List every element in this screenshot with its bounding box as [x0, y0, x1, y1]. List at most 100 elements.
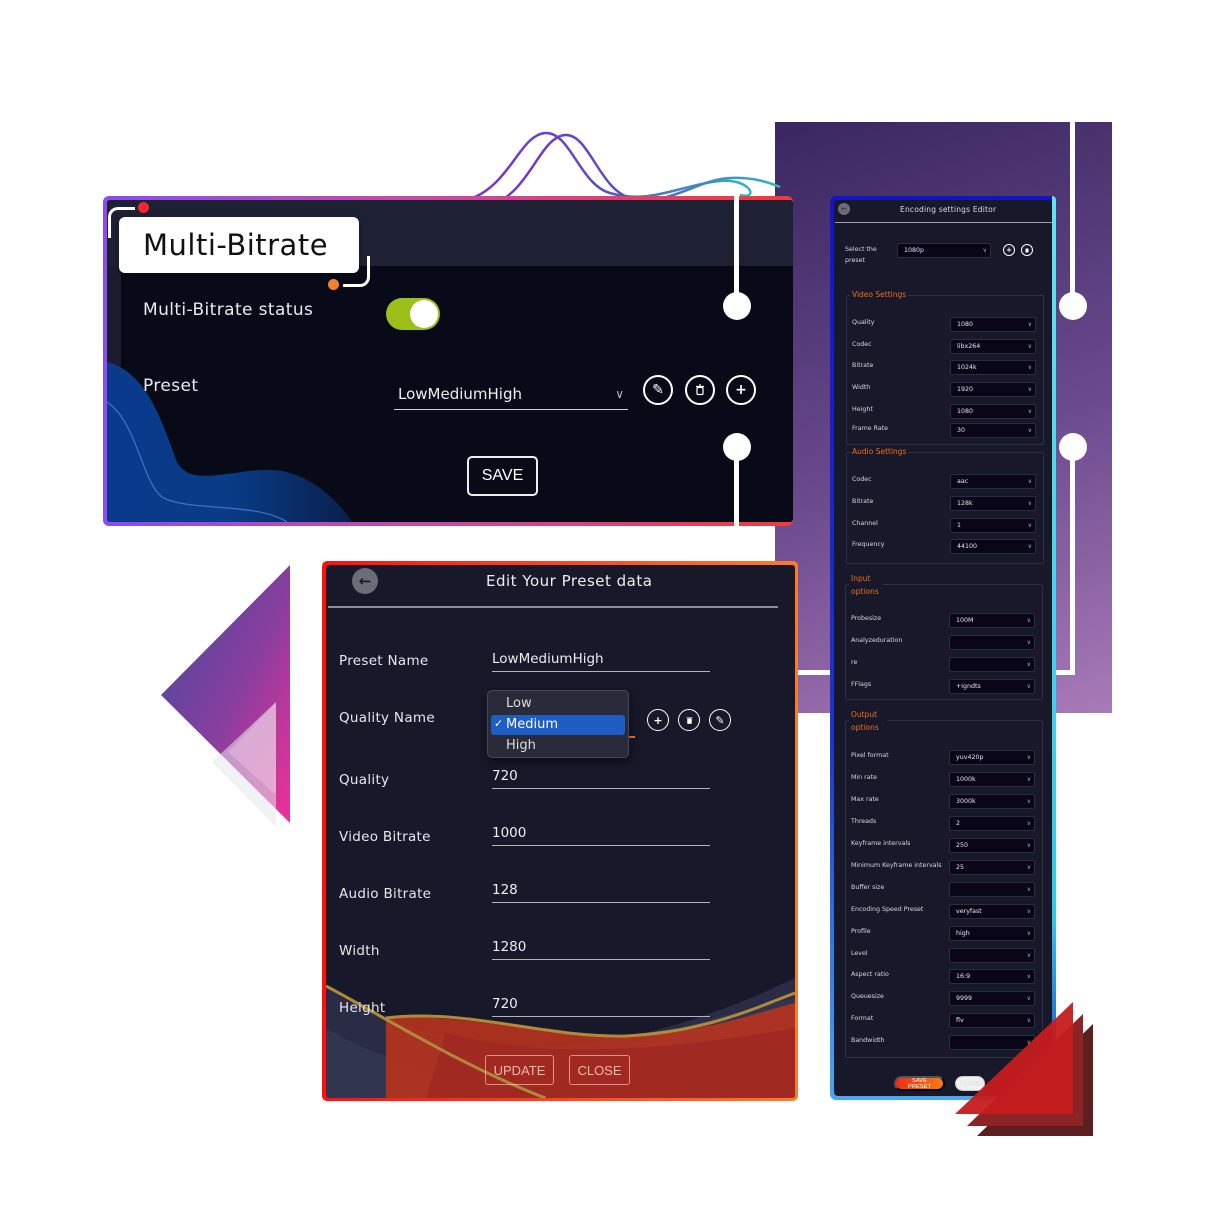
output-options-title: Output options: [849, 708, 887, 734]
close-button[interactable]: CLOSE: [569, 1055, 630, 1085]
video-bitrate-label: Video Bitrate: [339, 829, 431, 845]
threads-select[interactable]: 2 ∨: [949, 816, 1035, 831]
width-label: Width: [339, 943, 380, 959]
trash-icon: [1025, 248, 1029, 253]
encoding-speed-preset-label: Encoding Speed Preset: [851, 906, 924, 913]
audio-codec-select[interactable]: aac ∨: [950, 474, 1036, 489]
select-value: 1: [957, 522, 962, 529]
save-button[interactable]: SAVE: [467, 456, 538, 496]
edit-preset-title: Edit Your Preset data: [486, 572, 653, 590]
height-input[interactable]: 720: [492, 995, 710, 1017]
audio-bitrate-select[interactable]: 128k ∨: [950, 496, 1036, 511]
select-value: 1920: [957, 386, 974, 393]
re-label: re: [851, 659, 858, 666]
probesize-select[interactable]: 100M ∨: [949, 613, 1035, 628]
profile-select[interactable]: high ∨: [949, 926, 1035, 941]
check-icon: ✓: [494, 717, 504, 730]
arrow-left-icon: ←: [841, 205, 847, 213]
back-button[interactable]: ←: [838, 203, 850, 215]
decorative-dot-orange: [328, 279, 339, 290]
bandwidth-label: Bandwidth: [851, 1037, 885, 1044]
add-quality-button[interactable]: +: [647, 709, 669, 731]
video-height-select[interactable]: 1080 ∨: [950, 404, 1036, 419]
select-value: 16:9: [956, 973, 971, 980]
dropdown-option-medium[interactable]: ✓ Medium: [491, 715, 625, 735]
video-width-select[interactable]: 1920 ∨: [950, 382, 1036, 397]
edit-preset-button[interactable]: ✎: [643, 375, 673, 405]
audio-frequency-select[interactable]: 44100 ∨: [950, 539, 1036, 554]
delete-quality-button[interactable]: [678, 709, 700, 731]
keyframe-intervals-select[interactable]: 250 ∨: [949, 838, 1035, 853]
aspect-ratio-label: Aspect ratio: [851, 971, 889, 978]
min-keyframe-intervals-label: Minimum Keyframe intervals: [851, 862, 942, 869]
video-bitrate-input[interactable]: 1000: [492, 824, 710, 846]
chevron-down-icon: ∨: [1027, 408, 1032, 415]
edit-quality-button[interactable]: ✎: [709, 709, 731, 731]
select-preset-dropdown[interactable]: 1080p ∨: [897, 243, 991, 258]
preset-select-value: LowMediumHigh: [398, 385, 522, 403]
multi-bitrate-title: Multi-Bitrate: [119, 217, 359, 273]
level-label: Level: [851, 950, 868, 957]
re-select[interactable]: ∨: [949, 657, 1035, 672]
add-preset-button[interactable]: +: [726, 375, 756, 405]
level-select[interactable]: ∨: [949, 948, 1035, 963]
audio-bitrate-input[interactable]: 128: [492, 881, 710, 903]
dropdown-option-low[interactable]: Low: [506, 696, 532, 711]
delete-preset-button[interactable]: [685, 375, 715, 405]
select-value: 1000k: [956, 776, 976, 783]
analyzeduration-label: Analyzeduration: [851, 637, 903, 644]
preset-select[interactable]: LowMediumHigh ∨: [394, 380, 628, 410]
probesize-label: Probesize: [851, 615, 882, 622]
width-input[interactable]: 1280: [492, 938, 710, 960]
min-keyframe-intervals-select[interactable]: 25 ∨: [949, 860, 1035, 875]
chevron-down-icon: ∨: [1027, 478, 1032, 485]
decorative-dot-red: [138, 202, 149, 213]
max-rate-select[interactable]: 3000k ∨: [949, 794, 1035, 809]
aspect-ratio-select[interactable]: 16:9 ∨: [949, 969, 1035, 984]
video-codec-select[interactable]: libx264 ∨: [950, 339, 1036, 354]
fflags-select[interactable]: +igndts ∨: [949, 679, 1035, 694]
quality-name-dropdown[interactable]: Low ✓ Medium High: [487, 690, 629, 758]
select-value: veryfast: [956, 908, 982, 915]
preset-name-input[interactable]: LowMediumHigh: [492, 650, 710, 672]
video-quality-select[interactable]: 1080 ∨: [950, 317, 1036, 332]
save-preset-button[interactable]: SAVE PRESET: [894, 1076, 945, 1091]
format-label: Format: [851, 1015, 874, 1022]
connector-line: [1070, 450, 1075, 675]
delete-preset-button[interactable]: [1021, 244, 1033, 256]
min-rate-select[interactable]: 1000k ∨: [949, 772, 1035, 787]
audio-channel-select[interactable]: 1 ∨: [950, 518, 1036, 533]
video-bitrate-select[interactable]: 1024k ∨: [950, 360, 1036, 375]
update-button[interactable]: UPDATE: [485, 1055, 554, 1085]
analyzeduration-select[interactable]: ∨: [949, 635, 1035, 650]
multi-bitrate-status-label: Multi-Bitrate status: [143, 300, 314, 320]
profile-label: Profile: [851, 928, 871, 935]
chevron-down-icon: ∨: [1026, 908, 1031, 915]
audio-codec-label: Codec: [852, 476, 872, 483]
select-value: libx264: [957, 343, 981, 350]
encoding-speed-preset-select[interactable]: veryfast ∨: [949, 904, 1035, 919]
decorative-triangles-red: [955, 1002, 1093, 1136]
back-button[interactable]: ←: [352, 568, 378, 594]
connector-node: [1059, 292, 1087, 320]
plus-icon: +: [735, 382, 747, 398]
quality-label: Quality: [339, 772, 390, 788]
video-width-label: Width: [852, 384, 871, 391]
max-rate-label: Max rate: [851, 796, 879, 803]
add-preset-button[interactable]: +: [1003, 244, 1015, 256]
connector-node: [723, 292, 751, 320]
multi-bitrate-status-toggle[interactable]: [386, 298, 440, 330]
min-rate-label: Min rate: [851, 774, 877, 781]
select-value: +igndts: [956, 683, 981, 690]
quality-input[interactable]: 720: [492, 767, 710, 789]
pixel-format-label: Pixel format: [851, 752, 889, 759]
chevron-down-icon: ∨: [1026, 864, 1031, 871]
pixel-format-select[interactable]: yuv420p ∨: [949, 750, 1035, 765]
buffer-size-select[interactable]: ∨: [949, 882, 1035, 897]
connector-line: [734, 196, 739, 306]
plus-icon: +: [1006, 246, 1012, 254]
trash-icon: [696, 384, 704, 396]
dropdown-option-high[interactable]: High: [506, 738, 536, 753]
video-frame-rate-select[interactable]: 30 ∨: [950, 423, 1036, 438]
select-value: aac: [957, 478, 969, 485]
